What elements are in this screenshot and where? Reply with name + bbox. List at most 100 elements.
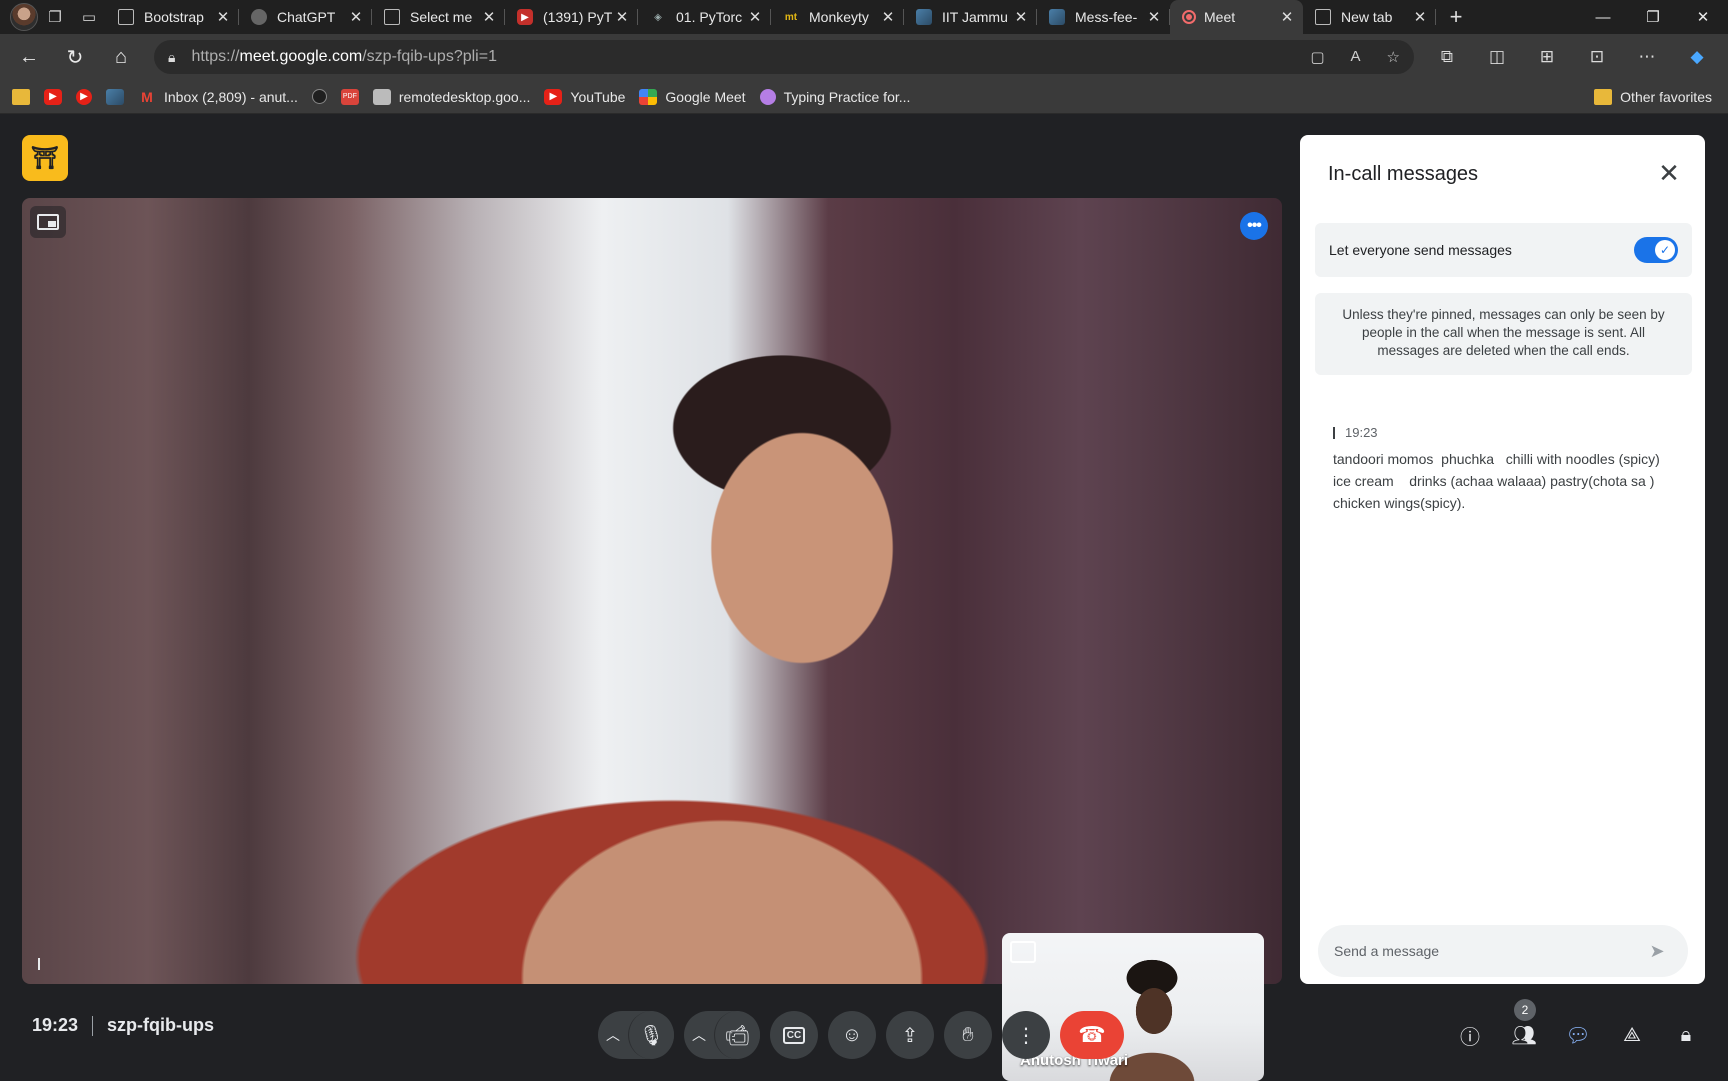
tab-select[interactable]: Select me ✕ [372,0,505,34]
close-tab-icon[interactable]: ✕ [1146,8,1162,26]
panel-title: In-call messages [1328,163,1479,185]
tab-monkeytype[interactable]: mt Monkeyty ✕ [771,0,904,34]
close-tab-icon[interactable]: ✕ [614,8,630,26]
leave-call-button[interactable]: ☎︎ [1060,1011,1124,1059]
bookmark-youtube-music[interactable]: ▶ [76,88,92,105]
audio-settings-chevron-icon[interactable]: ︿ [598,1011,628,1059]
host-controls-button[interactable]: 🔒︎ [1662,1011,1710,1059]
tab-chatgpt[interactable]: ChatGPT ✕ [239,0,372,34]
bookmark-label: Other favorites [1620,88,1712,105]
bookmark-label: Google Meet [665,88,746,105]
close-tab-icon[interactable]: ✕ [747,8,763,26]
meeting-code: szp-fqib-ups [107,1015,215,1035]
tab-title: Select me [410,9,473,25]
image-icon [106,88,124,105]
send-message-input[interactable] [1334,943,1642,959]
side-panel-controls: ⓘ 2 👥︎ 💬︎ ⟁ 🔒︎ [1446,999,1710,1059]
picture-in-picture-icon[interactable] [30,206,66,238]
bookmark-typing-practice[interactable]: Typing Practice for... [759,88,910,105]
send-icon[interactable]: ➤ [1642,936,1672,966]
people-button[interactable]: 2 👥︎ [1500,999,1548,1059]
bookmark-youtube[interactable]: ▶ [44,88,62,105]
bookmark-youtube-text[interactable]: ▶ YouTube [544,88,626,105]
copilot-icon[interactable]: ◆ [1672,34,1722,80]
meeting-details-button[interactable]: ⓘ [1446,1011,1494,1059]
close-tab-icon[interactable]: ✕ [481,8,497,26]
close-tab-icon[interactable]: ✕ [215,8,231,26]
lock-person-icon: 🔒︎ [1680,1023,1692,1046]
restore-icon[interactable]: ❐ [1628,0,1678,34]
camera-icon[interactable]: 📹︎ [714,1011,760,1059]
picture-in-picture-icon[interactable] [1010,941,1036,963]
close-tab-icon[interactable]: ✕ [1279,8,1295,26]
folder-icon [12,88,30,105]
tab-mess-fee[interactable]: Mess-fee- ✕ [1037,0,1170,34]
favorite-star-icon[interactable]: ☆ [1387,48,1400,66]
new-tab-button[interactable]: + [1436,0,1476,34]
tab-title: 01. PyTorc [676,9,743,25]
activities-button[interactable]: ⟁ [1608,1011,1656,1059]
bookmarks-bar: ▶ ▶ M Inbox (2,809) - anut... PDF remoted… [0,80,1728,114]
settings-more-icon[interactable]: ⋯ [1622,34,1672,80]
refresh-icon[interactable]: ↻ [52,34,98,80]
screenshot-icon[interactable]: ⊡ [1572,34,1622,80]
close-tab-icon[interactable]: ✕ [348,8,364,26]
meeting-control-bar: 19:23 szp-fqib-ups ︿ 🎙︎ ︿ 📹︎ CC ☺ ⇪ ✋︎ ⋮… [0,995,1728,1080]
bookmark-google-meet[interactable]: Google Meet [639,88,746,105]
close-tab-icon[interactable]: ✕ [880,8,896,26]
tab-title: Meet [1204,9,1236,25]
bookmark-other-favorites[interactable]: Other favorites [1594,88,1712,105]
bookmark-label: YouTube [570,88,626,105]
raise-hand-button[interactable]: ✋︎ [944,1011,992,1059]
tab-new-tab[interactable]: New tab ✕ [1303,0,1436,34]
meet-page: ⛩︎ ••• Anutosh Tiwari In-call messages ✕… [0,115,1728,1081]
message-composer: ➤ [1318,925,1688,977]
home-icon[interactable]: ⌂ [98,34,144,80]
bookmark-remote-desktop[interactable]: remotedesktop.goo... [372,88,531,105]
tab-pytorch[interactable]: ◈ 01. PyTorc ✕ [638,0,771,34]
camera-in-use-icon[interactable]: ▢ [1310,48,1324,66]
split-screen-icon[interactable]: ◫ [1472,34,1522,80]
allow-messages-toggle[interactable]: ✓ [1634,237,1678,263]
microphone-icon[interactable]: 🎙︎ [628,1011,674,1059]
bookmark-label: remotedesktop.goo... [398,88,531,105]
read-aloud-icon[interactable]: A [1351,48,1361,66]
close-icon[interactable]: ✕ [1651,155,1687,191]
window-controls: — ❐ ✕ [1578,0,1728,34]
meeting-info: 19:23 szp-fqib-ups [32,1015,214,1036]
video-settings-chevron-icon[interactable]: ︿ [684,1011,714,1059]
present-icon: ⇪ [901,1024,919,1047]
tab-iit-jammu[interactable]: IIT Jammu ✕ [904,0,1037,34]
address-toolbar: ← ↻ ⌂ 🔒︎ https://meet.google.com/szp-fqi… [0,34,1728,80]
workspaces-icon[interactable]: ❐ [38,0,72,34]
chat-button[interactable]: 💬︎ [1554,1011,1602,1059]
profile-avatar[interactable] [10,3,38,31]
captions-button[interactable]: CC [770,1011,818,1059]
bookmark-image[interactable] [106,88,124,105]
close-tab-icon[interactable]: ✕ [1013,8,1029,26]
bookmark-gmail[interactable]: M Inbox (2,809) - anut... [138,89,298,105]
tab-bootstrap[interactable]: Bootstrap ✕ [106,0,239,34]
more-options-icon[interactable]: ••• [1240,212,1268,240]
collections-icon[interactable]: ⊞ [1522,34,1572,80]
bookmark-github[interactable] [311,89,327,104]
bookmark-folder[interactable] [12,88,30,105]
host-controls-icon[interactable]: ⛩︎ [22,135,68,181]
lock-icon[interactable]: 🔒︎ [168,49,175,66]
present-screen-button[interactable]: ⇪ [886,1011,934,1059]
close-window-icon[interactable]: ✕ [1678,0,1728,34]
tab-meet[interactable]: Meet ✕ [1170,0,1303,131]
back-icon[interactable]: ← [6,34,52,80]
reactions-button[interactable]: ☺ [828,1011,876,1059]
more-options-button[interactable]: ⋮ [1002,1011,1050,1059]
close-tab-icon[interactable]: ✕ [1412,8,1428,26]
tab-actions-icon[interactable]: ▭ [72,0,106,34]
tab-title: Mess-fee- [1075,9,1138,25]
tab-youtube-pytorch[interactable]: ▶ (1391) PyT ✕ [505,0,638,34]
address-bar[interactable]: 🔒︎ https://meet.google.com/szp-fqib-ups?… [154,40,1414,74]
main-participant-video[interactable]: ••• [22,198,1282,984]
bookmark-pdf[interactable]: PDF [340,88,359,105]
check-icon: ✓ [1655,240,1675,260]
extensions-icon[interactable]: ⧉ [1422,34,1472,80]
minimize-icon[interactable]: — [1578,0,1628,34]
